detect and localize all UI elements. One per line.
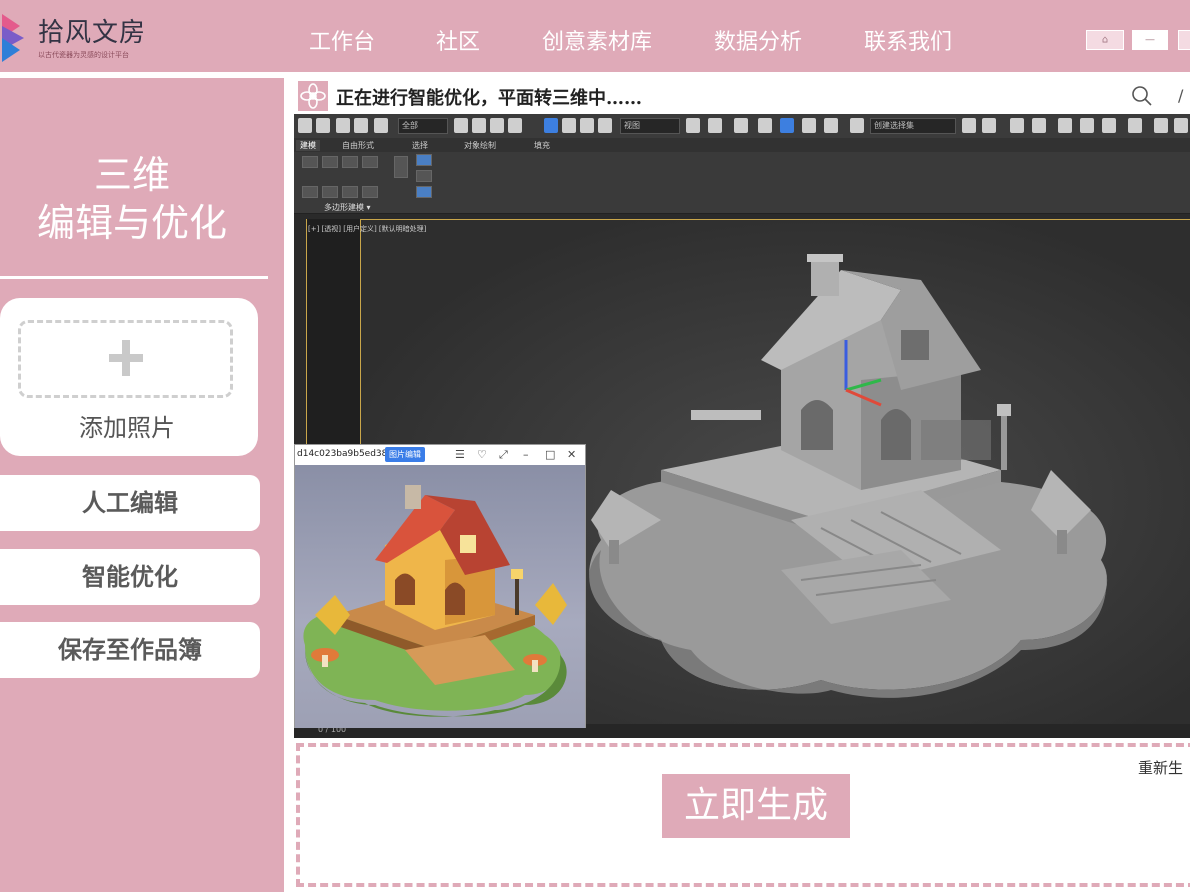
redo-icon[interactable] bbox=[298, 118, 312, 133]
smart-optimize-button[interactable]: 智能优化 bbox=[0, 549, 260, 605]
ribbon-tool-button[interactable] bbox=[362, 156, 378, 168]
sidebar-title-line2: 编辑与优化 bbox=[36, 201, 227, 245]
close-icon[interactable]: ✕ bbox=[567, 448, 576, 461]
ribbon-toggle-icon[interactable] bbox=[1058, 118, 1072, 133]
fullscreen-icon[interactable]: ⤢ bbox=[499, 448, 508, 462]
edit-named-selection-icon[interactable] bbox=[850, 118, 864, 133]
spinner-snap-icon[interactable] bbox=[824, 118, 838, 133]
plus-icon bbox=[109, 340, 143, 376]
nav-workbench[interactable]: 工作台 bbox=[309, 24, 375, 56]
bind-icon[interactable] bbox=[374, 118, 388, 133]
ribbon-tool-button[interactable] bbox=[322, 186, 338, 198]
ribbon-tab-object-paint[interactable]: 对象绘制 bbox=[464, 140, 496, 151]
generate-now-button[interactable]: 立即生成 bbox=[662, 774, 850, 838]
ribbon-tab-modeling[interactable]: 建模 bbox=[296, 140, 320, 151]
select-icon[interactable] bbox=[454, 118, 468, 133]
ribbon-tool-button[interactable] bbox=[416, 170, 432, 182]
image-file-name: d14c023ba9b5ed382 bbox=[297, 449, 394, 459]
mirror-icon[interactable] bbox=[962, 118, 976, 133]
ribbon-tabs: 建模 自由形式 选择 对象绘制 填充 bbox=[294, 138, 1190, 152]
ribbon-tool-button[interactable] bbox=[342, 186, 358, 198]
status-bar: 正在进行智能优化，平面转三维中…… / bbox=[294, 78, 1190, 114]
snap-toggle-icon[interactable] bbox=[758, 118, 772, 133]
window-crossing-icon[interactable] bbox=[508, 118, 522, 133]
angle-snap-icon[interactable] bbox=[780, 118, 794, 133]
window-button[interactable] bbox=[1178, 30, 1190, 50]
image-window-titlebar[interactable]: d14c023ba9b5ed382 图片编辑 ☰ ♡ ⤢ – □ ✕ bbox=[295, 445, 585, 465]
brand-tagline: 以古代瓷器为灵感的设计平台 bbox=[38, 51, 129, 59]
material-editor-icon[interactable] bbox=[1128, 118, 1142, 133]
ribbon-tool-button[interactable] bbox=[362, 186, 378, 198]
flower-icon bbox=[298, 81, 328, 111]
curve-editor-icon[interactable] bbox=[1080, 118, 1094, 133]
keyboard-shortcut-icon[interactable] bbox=[734, 118, 748, 133]
selection-filter-dropdown[interactable]: 全部 bbox=[398, 118, 448, 134]
favorite-icon[interactable]: ♡ bbox=[477, 448, 487, 461]
viewport-label[interactable]: [+] [透视] [用户定义] [默认明暗处理] bbox=[308, 224, 426, 234]
reference-house-image bbox=[295, 465, 585, 728]
move-icon[interactable] bbox=[544, 118, 558, 133]
bell-icon: ⌂ bbox=[1101, 34, 1109, 46]
select-by-name-icon[interactable] bbox=[472, 118, 486, 133]
schematic-view-icon[interactable] bbox=[1102, 118, 1116, 133]
align-icon[interactable] bbox=[982, 118, 996, 133]
brand-logo-icon bbox=[2, 14, 24, 62]
sidebar-title-line1: 三维 bbox=[93, 153, 170, 197]
regenerate-link[interactable]: 重新生 bbox=[1138, 757, 1183, 778]
ribbon-tool-button[interactable] bbox=[302, 156, 318, 168]
ribbon-tool-button[interactable] bbox=[322, 156, 338, 168]
undo-icon[interactable] bbox=[316, 118, 330, 133]
ribbon-tool-button[interactable] bbox=[416, 154, 432, 166]
pivot-icon[interactable] bbox=[686, 118, 700, 133]
layer-explorer-icon[interactable] bbox=[1032, 118, 1046, 133]
ribbon-tab-populate[interactable]: 填充 bbox=[534, 140, 550, 151]
image-preview-window[interactable]: d14c023ba9b5ed382 图片编辑 ☰ ♡ ⤢ – □ ✕ bbox=[294, 444, 586, 728]
brand-name[interactable]: 拾风文房 bbox=[38, 12, 146, 49]
polygon-modeling-group[interactable]: 多边形建模 ▾ bbox=[324, 202, 371, 213]
ribbon-tool-button[interactable] bbox=[302, 186, 318, 198]
region-select-icon[interactable] bbox=[490, 118, 504, 133]
add-photo-card[interactable]: 添加照片 bbox=[0, 298, 258, 456]
render-icon[interactable] bbox=[1174, 118, 1188, 133]
manual-edit-button[interactable]: 人工编辑 bbox=[0, 475, 260, 531]
nav-creative-library[interactable]: 创意素材库 bbox=[542, 24, 652, 56]
top-nav-bar: 拾风文房 以古代瓷器为灵感的设计平台 工作台 社区 创意素材库 数据分析 联系我… bbox=[0, 0, 1190, 72]
reference-coord-dropdown[interactable]: 视图 bbox=[620, 118, 680, 134]
minus-icon: — bbox=[1145, 34, 1155, 46]
sidebar: 三维 编辑与优化 添加照片 人工编辑 智能优化 保存至作品簿 bbox=[0, 78, 284, 892]
menu-icon[interactable]: ☰ bbox=[455, 448, 465, 461]
select-manipulate-icon[interactable] bbox=[708, 118, 722, 133]
ribbon-tool-button[interactable] bbox=[394, 156, 408, 178]
ribbon-panel: 多边形建模 ▾ bbox=[294, 152, 1190, 214]
ribbon-tool-button[interactable] bbox=[416, 186, 432, 198]
ribbon-tab-selection[interactable]: 选择 bbox=[412, 140, 428, 151]
nav-data-analysis[interactable]: 数据分析 bbox=[714, 24, 802, 56]
unlink-icon[interactable] bbox=[354, 118, 368, 133]
add-photo-label: 添加照片 bbox=[79, 414, 175, 442]
scene-explorer-icon[interactable] bbox=[1010, 118, 1024, 133]
sidebar-divider bbox=[0, 276, 268, 279]
minimize-icon[interactable]: – bbox=[523, 448, 529, 461]
rotate-icon[interactable] bbox=[562, 118, 576, 133]
percent-snap-icon[interactable] bbox=[802, 118, 816, 133]
ribbon-tab-freeform[interactable]: 自由形式 bbox=[342, 140, 374, 151]
notification-button[interactable]: ⌂ bbox=[1086, 30, 1124, 50]
nav-contact-us[interactable]: 联系我们 bbox=[864, 24, 952, 56]
status-message: 正在进行智能优化，平面转三维中…… bbox=[336, 88, 642, 109]
link-icon[interactable] bbox=[336, 118, 350, 133]
place-icon[interactable] bbox=[598, 118, 612, 133]
render-setup-icon[interactable] bbox=[1154, 118, 1168, 133]
editor-main-toolbar: 全部 视图 创建选择集 bbox=[294, 114, 1190, 138]
save-to-portfolio-button[interactable]: 保存至作品簿 bbox=[0, 622, 260, 678]
maximize-icon[interactable]: □ bbox=[545, 448, 555, 461]
nav-community[interactable]: 社区 bbox=[436, 24, 480, 56]
ribbon-tool-button[interactable] bbox=[342, 156, 358, 168]
named-selection-dropdown[interactable]: 创建选择集 bbox=[870, 118, 956, 134]
scale-icon[interactable] bbox=[580, 118, 594, 133]
image-edit-button[interactable]: 图片编辑 bbox=[385, 447, 425, 462]
user-icon[interactable]: / bbox=[1178, 86, 1183, 105]
search-icon[interactable] bbox=[1130, 84, 1154, 108]
minimize-button[interactable]: — bbox=[1132, 30, 1168, 50]
